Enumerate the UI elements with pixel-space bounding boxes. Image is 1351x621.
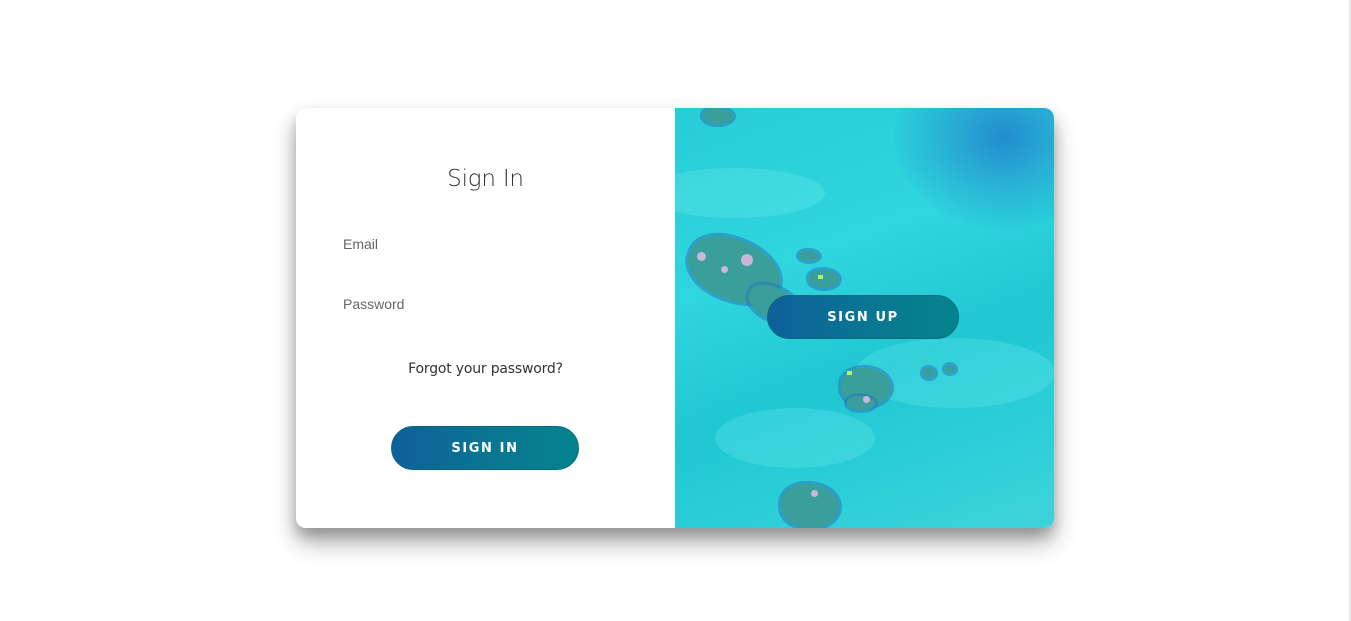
island-shape xyxy=(809,270,839,288)
password-field-wrapper xyxy=(343,289,628,319)
island-shape xyxy=(781,484,839,528)
flower-dot xyxy=(741,254,753,266)
auth-card: Sign In Forgot your password? SIGN IN xyxy=(296,108,1054,528)
lime-dot xyxy=(818,275,823,279)
island-shape xyxy=(847,396,875,410)
water-ripple xyxy=(715,408,875,468)
island-shape xyxy=(799,251,819,261)
flower-dot xyxy=(811,490,818,497)
lime-dot xyxy=(847,371,852,375)
water-ripple xyxy=(675,168,825,218)
island-shape xyxy=(945,365,955,373)
login-page: Sign In Forgot your password? SIGN IN xyxy=(0,0,1351,621)
forgot-password-link[interactable]: Forgot your password? xyxy=(296,361,675,377)
flower-dot xyxy=(721,266,728,273)
signin-form: Sign In Forgot your password? SIGN IN xyxy=(296,108,675,528)
flower-dot xyxy=(697,252,706,261)
flower-dot xyxy=(863,396,870,403)
email-field-wrapper xyxy=(343,229,628,259)
signin-button[interactable]: SIGN IN xyxy=(391,426,579,470)
signup-overlay-panel: SIGN UP xyxy=(675,108,1054,528)
island-shape xyxy=(923,368,935,378)
email-field[interactable] xyxy=(343,229,628,259)
signin-title: Sign In xyxy=(447,166,524,192)
signup-button[interactable]: SIGN UP xyxy=(767,295,959,339)
island-shape xyxy=(703,108,733,124)
password-field[interactable] xyxy=(343,289,628,319)
background-image-water xyxy=(894,108,1054,228)
